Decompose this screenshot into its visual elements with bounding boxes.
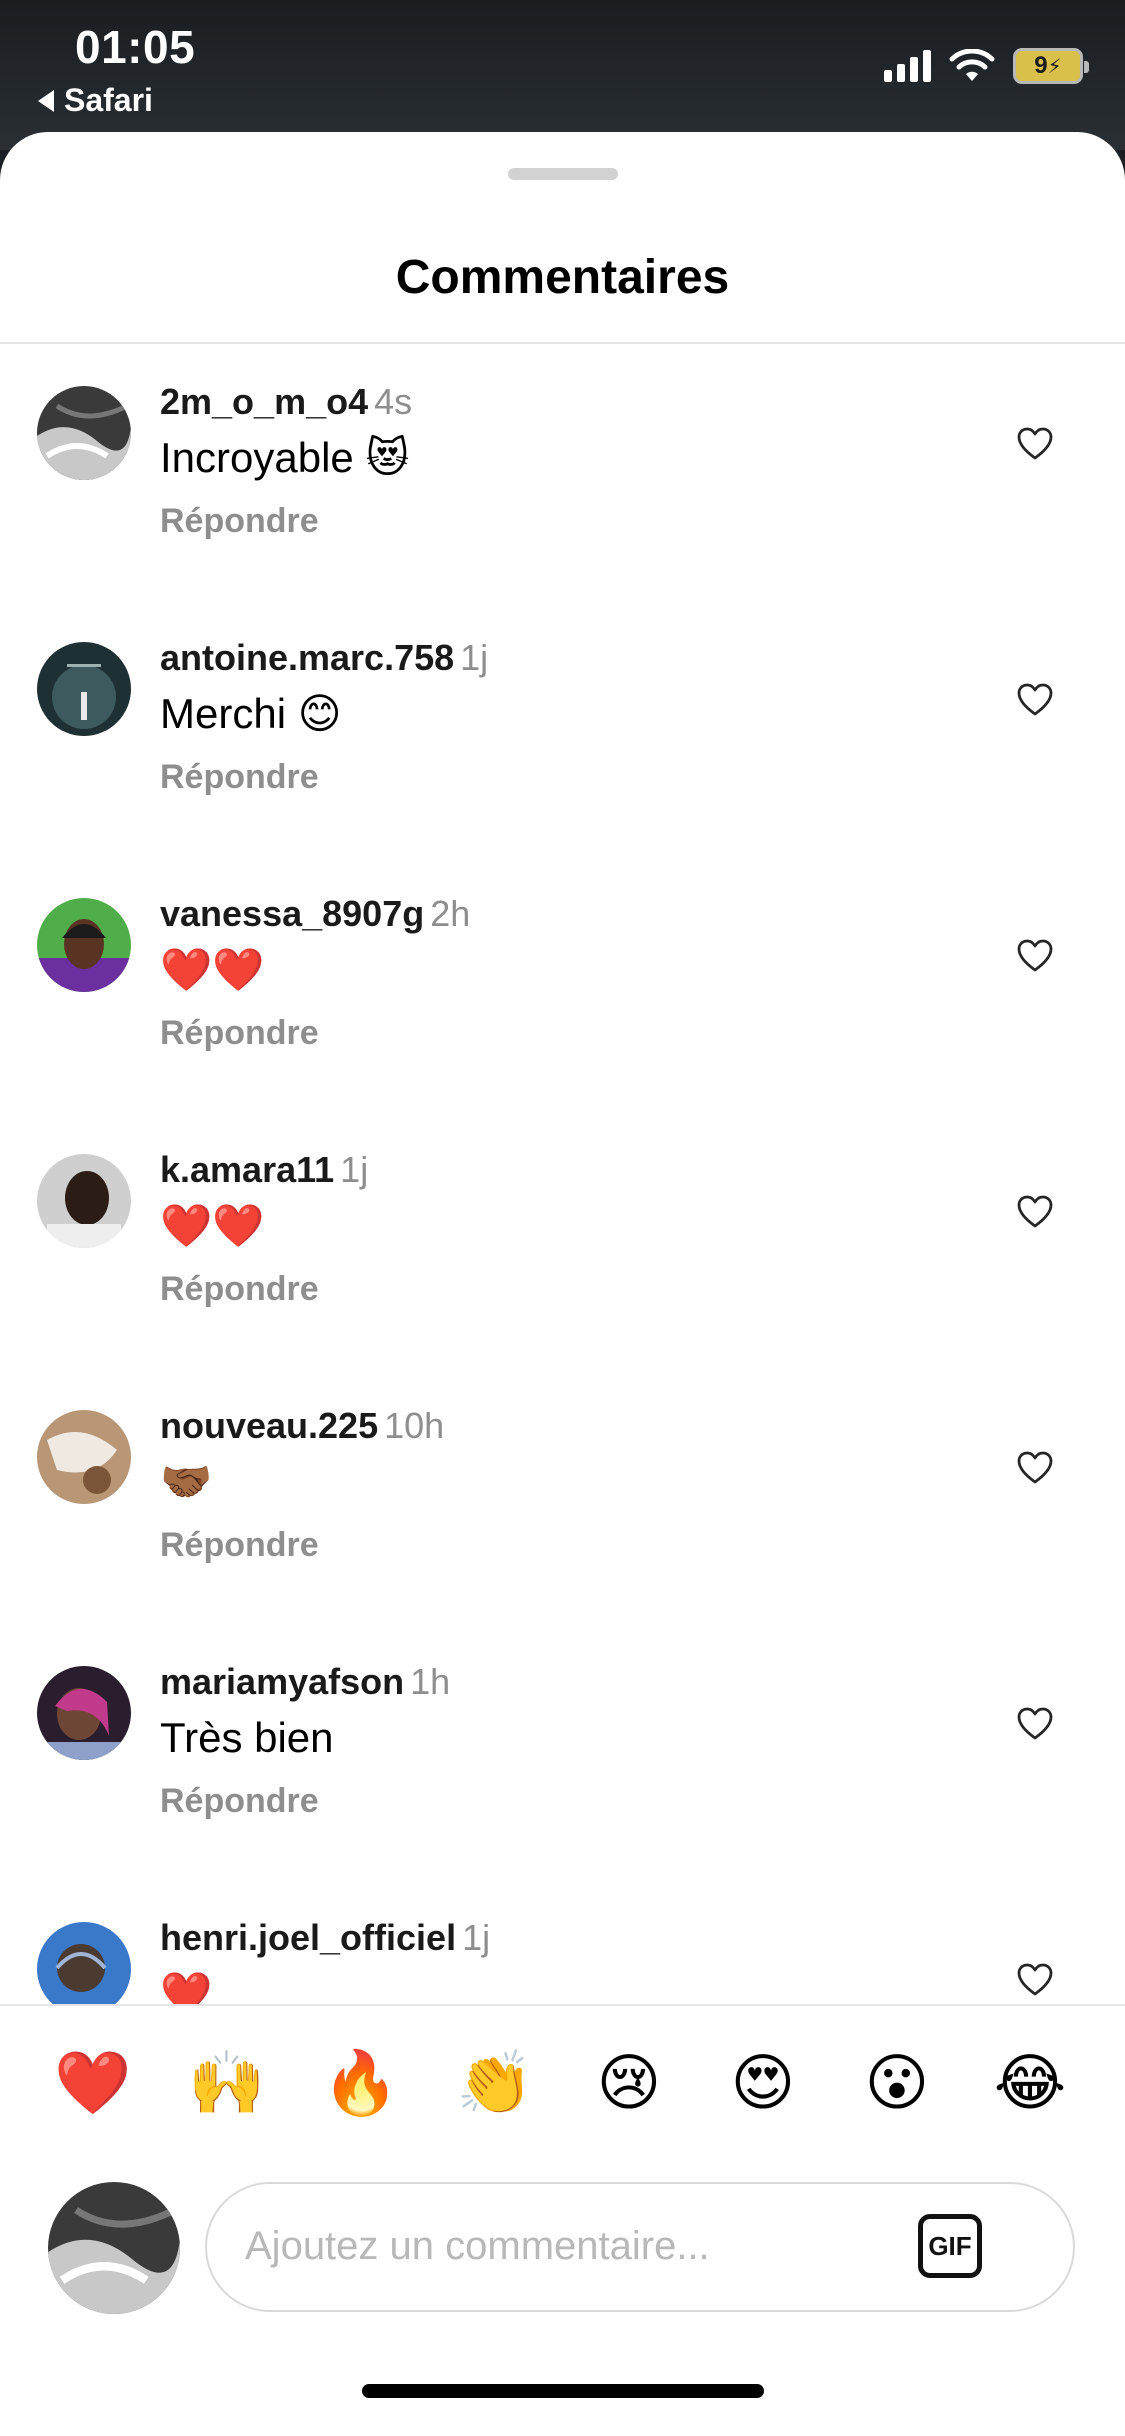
avatar[interactable]: [37, 642, 131, 736]
emoji-laughing-button[interactable]: 😂: [990, 2046, 1070, 2122]
comment-time: 1h: [410, 1661, 451, 1702]
back-to-app-button[interactable]: Safari: [38, 82, 153, 119]
avatar[interactable]: [37, 1410, 131, 1504]
emoji-fire-button[interactable]: 🔥: [321, 2046, 401, 2122]
avatar[interactable]: [37, 1154, 131, 1248]
comment-item: k.amara11 1j ❤️❤️ Répondre: [0, 1112, 1125, 1368]
comment-item: nouveau.225 10h 🤝🏾 Répondre: [0, 1368, 1125, 1624]
current-user-avatar: [48, 2182, 180, 2314]
heart-outline-icon[interactable]: [1017, 939, 1053, 973]
reply-button[interactable]: Répondre: [160, 502, 412, 541]
comment-username[interactable]: mariamyafson: [160, 1661, 404, 1702]
comment-input-row: Ajoutez un commentaire... GIF: [0, 2134, 1125, 2314]
emoji-clap-button[interactable]: 👏: [455, 2046, 535, 2122]
comment-item: vanessa_8907g 2h ❤️❤️ Répondre: [0, 856, 1125, 1112]
comment-text: Merchi 😊: [160, 690, 342, 737]
reply-button[interactable]: Répondre: [160, 1014, 470, 1053]
comment-input-placeholder: Ajoutez un commentaire...: [245, 2224, 710, 2268]
sheet-title: Commentaires: [395, 251, 730, 304]
comment-username[interactable]: vanessa_8907g: [160, 893, 424, 934]
avatar[interactable]: [37, 1922, 131, 2004]
emoji-reaction-bar: ❤️ 🙌 🔥 👏 😢 😍 😮 😂: [0, 2004, 1125, 2134]
reply-button[interactable]: Répondre: [160, 1782, 450, 1821]
gif-icon[interactable]: GIF: [918, 2214, 982, 2278]
comment-time: 1j: [460, 637, 489, 678]
comment-username[interactable]: k.amara11: [160, 1149, 334, 1190]
heart-outline-icon[interactable]: [1017, 427, 1053, 461]
status-bar: 01:05 Safari 9 ⚡: [0, 0, 1125, 150]
avatar[interactable]: [37, 898, 131, 992]
heart-outline-icon[interactable]: [1017, 1451, 1053, 1485]
cellular-signal-icon: [884, 50, 931, 82]
reply-button[interactable]: Répondre: [160, 758, 488, 797]
comment-time: 10h: [384, 1405, 445, 1446]
emoji-crying-button[interactable]: 😢: [589, 2046, 669, 2122]
comment-item: henri.joel_officiel 1j ❤️: [0, 1880, 1125, 2004]
comment-time: 1j: [462, 1917, 491, 1958]
emoji-raised-hands-button[interactable]: 🙌: [187, 2046, 267, 2122]
battery-level: 9: [1034, 52, 1048, 79]
comment-input[interactable]: Ajoutez un commentaire... GIF: [205, 2182, 1075, 2312]
emoji-heart-eyes-button[interactable]: 😍: [723, 2046, 803, 2122]
status-time: 01:05: [75, 21, 196, 73]
emoji-surprised-button[interactable]: 😮: [857, 2046, 937, 2122]
heart-outline-icon[interactable]: [1017, 1963, 1053, 1997]
comment-username[interactable]: 2m_o_m_o4: [160, 381, 368, 422]
comment-username[interactable]: henri.joel_officiel: [160, 1917, 456, 1958]
comment-time: 1j: [340, 1149, 369, 1190]
comment-text: 🤝🏾: [160, 1458, 213, 1505]
reply-button[interactable]: Répondre: [160, 1526, 444, 1565]
heart-outline-icon[interactable]: [1017, 1707, 1053, 1741]
avatar[interactable]: [37, 386, 131, 480]
comment-time: 4s: [374, 381, 413, 422]
battery-icon: 9 ⚡: [1013, 48, 1089, 84]
avatar[interactable]: [37, 1666, 131, 1760]
comment-item: 2m_o_m_o4 4s Incroyable 😻 Répondre: [0, 344, 1125, 600]
comment-item: antoine.marc.758 1j Merchi 😊 Répondre: [0, 600, 1125, 856]
heart-outline-icon[interactable]: [1017, 1195, 1053, 1229]
home-indicator[interactable]: [362, 2384, 764, 2398]
wifi-icon: [949, 49, 995, 81]
comment-text: Incroyable 😻: [160, 434, 410, 481]
comment-username[interactable]: antoine.marc.758: [160, 637, 454, 678]
back-app-label: Safari: [64, 82, 153, 118]
comments-sheet: Commentaires 2m_o_m_o4 4s Incroyable 😻 Ré…: [0, 132, 1125, 2436]
comment-item: mariamyafson 1h Très bien Répondre: [0, 1624, 1125, 1880]
emoji-heart-button[interactable]: ❤️: [53, 2046, 133, 2122]
status-icons: 9 ⚡: [884, 48, 1089, 84]
comment-text: Très bien: [160, 1714, 334, 1761]
heart-outline-icon[interactable]: [1017, 683, 1053, 717]
sheet-grabber[interactable]: [508, 168, 618, 180]
back-arrow-icon: [38, 89, 54, 112]
comment-username[interactable]: nouveau.225: [160, 1405, 378, 1446]
comment-text: ❤️❤️: [160, 946, 265, 993]
comment-time: 2h: [430, 893, 471, 934]
comment-text: ❤️❤️: [160, 1202, 265, 1249]
comments-list[interactable]: 2m_o_m_o4 4s Incroyable 😻 Répondre antoin…: [0, 344, 1125, 2004]
reply-button[interactable]: Répondre: [160, 1270, 368, 1309]
comment-text: ❤️: [160, 1970, 213, 2004]
